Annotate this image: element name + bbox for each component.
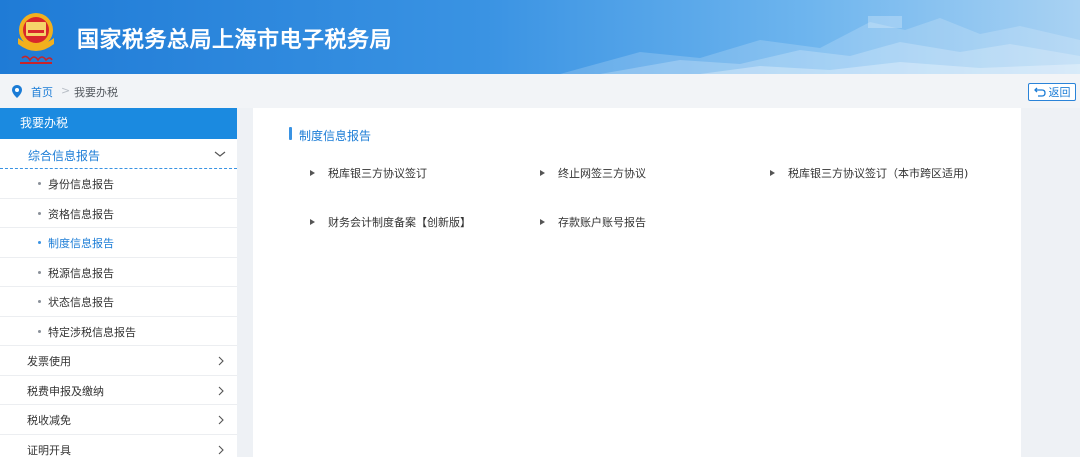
chevron-down-icon [214,151,226,157]
sidebar-menu-label: 发票使用 [27,355,71,368]
sidebar-item-qualification-info[interactable]: 资格信息报告 [0,199,237,228]
section-title: 制度信息报告 [299,129,372,143]
sidebar-menu-label: 税费申报及缴纳 [27,384,104,398]
return-arrow-icon [1033,87,1046,97]
sidebar-item-label: 身份信息报告 [48,178,114,191]
site-header: 国家税务总局上海市电子税务局 [0,0,1080,74]
sidebar-group-comprehensive-info[interactable]: 综合信息报告 [0,139,237,169]
sidebar: 我要办税 综合信息报告 身份信息报告 资格信息报告 制度信息报告 税源信息报告 … [0,108,237,457]
triangle-bullet-icon [310,219,315,225]
breadcrumb-home-link[interactable]: 首页 [31,84,53,100]
chevron-right-icon [218,415,224,425]
bullet-dot-icon [38,182,41,185]
sidebar-menu-tax-filing[interactable]: 税费申报及缴纳 [0,376,237,405]
bullet-dot-icon [38,329,41,333]
sidebar-menu-label: 税收减免 [27,414,71,427]
triangle-bullet-icon [310,170,315,176]
sidebar-menu-certificate[interactable]: 证明开具 [0,435,237,457]
sidebar-heading[interactable]: 我要办税 [0,108,237,139]
link-accounting-system-filing[interactable]: 财务会计制度备案【创新版】 [310,214,471,230]
breadcrumb-separator: > [61,84,71,97]
sidebar-item-label: 特定涉税信息报告 [48,325,136,339]
sidebar-item-status-info[interactable]: 状态信息报告 [0,287,237,317]
sidebar-item-label: 制度信息报告 [48,237,114,250]
sidebar-item-label: 资格信息报告 [48,207,114,221]
back-button-label: 返回 [1048,86,1071,99]
sidebar-menu-invoice-use[interactable]: 发票使用 [0,346,237,376]
link-label: 税库银三方协议签订（本市跨区适用) [788,167,969,180]
chevron-right-icon [218,386,224,395]
link-label: 存款账户账号报告 [558,216,646,229]
sidebar-menu-label: 证明开具 [27,443,71,457]
sidebar-group-label: 综合信息报告 [28,149,101,163]
breadcrumb: 首页 > 我要办税 [0,74,1080,108]
link-tax-bank-agreement-cross-district[interactable]: 税库银三方协议签订（本市跨区适用) [770,165,968,181]
breadcrumb-current: 我要办税 [74,86,118,99]
triangle-bullet-icon [540,219,545,225]
tax-emblem-icon [18,13,54,64]
bullet-dot-icon [38,300,41,303]
link-deposit-account-report[interactable]: 存款账户账号报告 [540,214,646,230]
sidebar-item-specific-tax-info[interactable]: 特定涉税信息报告 [0,317,237,346]
link-label: 税库银三方协议签订 [328,167,427,180]
main-content: 制度信息报告 税库银三方协议签订 终止网签三方协议 税库银三方协议签订（本市跨区… [253,108,1021,457]
chevron-right-icon [218,445,224,454]
bullet-dot-icon [38,211,41,215]
link-label: 财务会计制度备案【创新版】 [328,216,471,229]
link-terminate-agreement[interactable]: 终止网签三方协议 [540,165,646,181]
sidebar-item-identity-info[interactable]: 身份信息报告 [0,169,237,199]
sidebar-item-label: 税源信息报告 [48,266,114,280]
location-pin-icon [12,85,22,98]
triangle-bullet-icon [770,170,775,176]
sidebar-item-tax-source-info[interactable]: 税源信息报告 [0,258,237,287]
chevron-right-icon [218,356,224,366]
bullet-dot-icon [38,270,41,274]
sidebar-item-system-info[interactable]: 制度信息报告 [0,228,237,258]
sidebar-menu-tax-reduction[interactable]: 税收减免 [0,405,237,435]
site-title: 国家税务总局上海市电子税务局 [77,28,393,53]
link-label: 终止网签三方协议 [558,167,646,180]
section-marker [289,127,292,140]
bullet-dot-icon [38,241,41,244]
back-button[interactable]: 返回 [1028,83,1076,101]
link-tax-bank-agreement[interactable]: 税库银三方协议签订 [310,165,427,181]
sidebar-item-label: 状态信息报告 [48,296,114,309]
triangle-bullet-icon [540,170,545,176]
